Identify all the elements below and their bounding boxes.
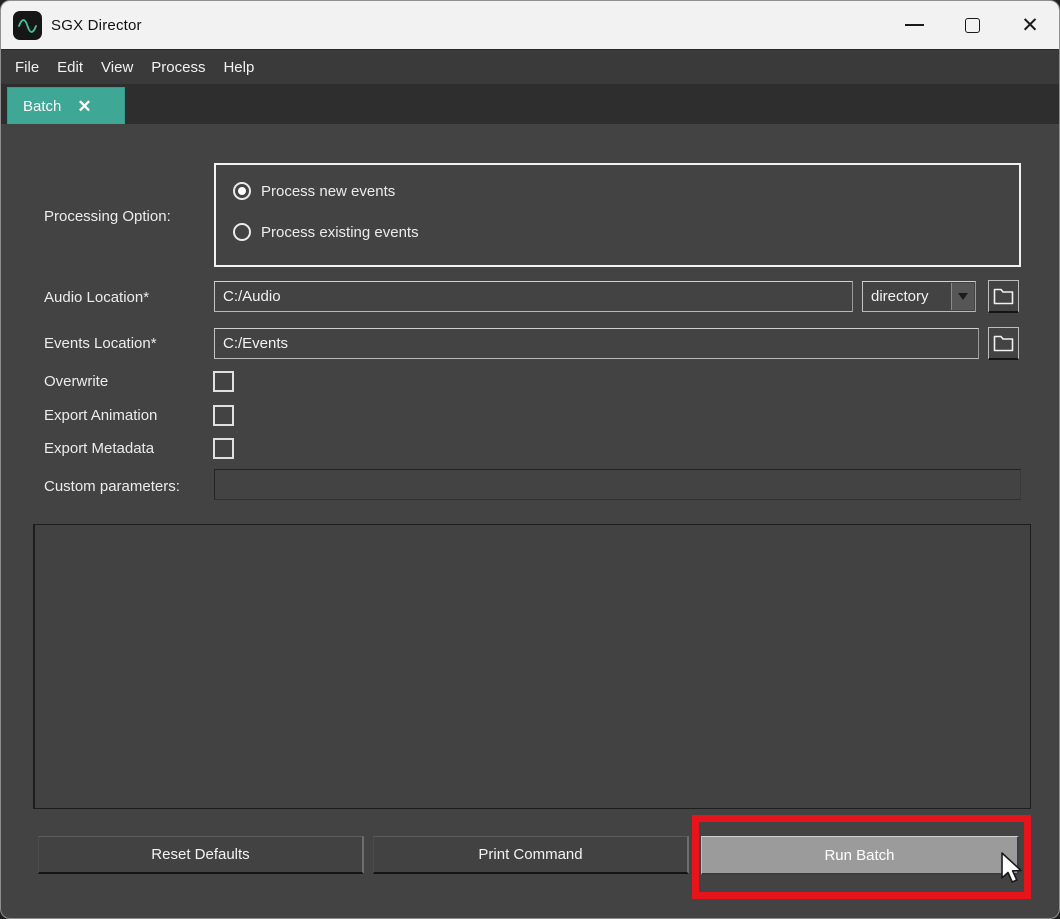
close-button[interactable]: ✕ xyxy=(1001,1,1059,49)
title-bar: SGX Director ✕ xyxy=(1,1,1059,49)
tab-label: Batch xyxy=(23,98,61,115)
export-animation-checkbox[interactable] xyxy=(213,405,234,426)
audio-location-label: Audio Location* xyxy=(44,289,149,306)
radio-unselected-icon xyxy=(233,223,251,241)
app-logo-icon xyxy=(13,11,42,40)
events-browse-button[interactable] xyxy=(988,327,1019,360)
menu-view[interactable]: View xyxy=(92,50,142,84)
overwrite-label: Overwrite xyxy=(44,373,108,390)
export-metadata-checkbox[interactable] xyxy=(213,438,234,459)
menu-edit[interactable]: Edit xyxy=(48,50,92,84)
run-batch-button[interactable]: Run Batch xyxy=(701,836,1019,875)
minimize-button[interactable] xyxy=(885,1,943,49)
events-location-value: C:/Events xyxy=(223,335,288,352)
app-window: SGX Director ✕ File Edit View Process He… xyxy=(0,0,1060,919)
processing-option-label: Processing Option: xyxy=(44,208,171,225)
close-icon: ✕ xyxy=(1021,15,1039,36)
maximize-button[interactable] xyxy=(943,1,1001,49)
audio-location-input[interactable]: C:/Audio xyxy=(214,281,853,312)
custom-parameters-label: Custom parameters: xyxy=(44,478,180,495)
menu-file[interactable]: File xyxy=(6,50,48,84)
output-log-area[interactable] xyxy=(33,524,1031,809)
tab-close-icon[interactable]: ✕ xyxy=(77,98,91,115)
tab-batch[interactable]: Batch ✕ xyxy=(7,87,125,124)
radio-selected-icon xyxy=(233,182,251,200)
audio-type-selected: directory xyxy=(871,288,929,305)
radio-process-existing-events[interactable]: Process existing events xyxy=(233,223,419,241)
window-controls: ✕ xyxy=(885,1,1059,49)
radio-process-new-events[interactable]: Process new events xyxy=(233,182,395,200)
menu-help[interactable]: Help xyxy=(214,50,263,84)
export-metadata-label: Export Metadata xyxy=(44,440,154,457)
window-title: SGX Director xyxy=(51,17,142,34)
audio-location-value: C:/Audio xyxy=(223,288,281,305)
maximize-icon xyxy=(965,18,980,33)
processing-option-group: Process new events Process existing even… xyxy=(214,163,1021,267)
events-location-label: Events Location* xyxy=(44,335,157,352)
folder-icon xyxy=(993,288,1014,305)
menu-bar: File Edit View Process Help xyxy=(1,49,1059,84)
audio-type-dropdown[interactable]: directory xyxy=(862,281,976,312)
minimize-icon xyxy=(905,24,924,26)
custom-parameters-input[interactable] xyxy=(214,469,1021,500)
print-command-button[interactable]: Print Command xyxy=(373,836,689,874)
reset-defaults-button[interactable]: Reset Defaults xyxy=(38,836,364,874)
overwrite-checkbox[interactable] xyxy=(213,371,234,392)
audio-browse-button[interactable] xyxy=(988,280,1019,313)
radio-label: Process new events xyxy=(261,183,395,200)
radio-label: Process existing events xyxy=(261,224,419,241)
dropdown-arrow-button[interactable] xyxy=(951,283,974,310)
tab-bar: Batch ✕ xyxy=(1,84,1059,124)
events-location-input[interactable]: C:/Events xyxy=(214,328,979,359)
chevron-down-icon xyxy=(958,293,968,300)
export-animation-label: Export Animation xyxy=(44,407,157,424)
folder-icon xyxy=(993,335,1014,352)
menu-process[interactable]: Process xyxy=(142,50,214,84)
